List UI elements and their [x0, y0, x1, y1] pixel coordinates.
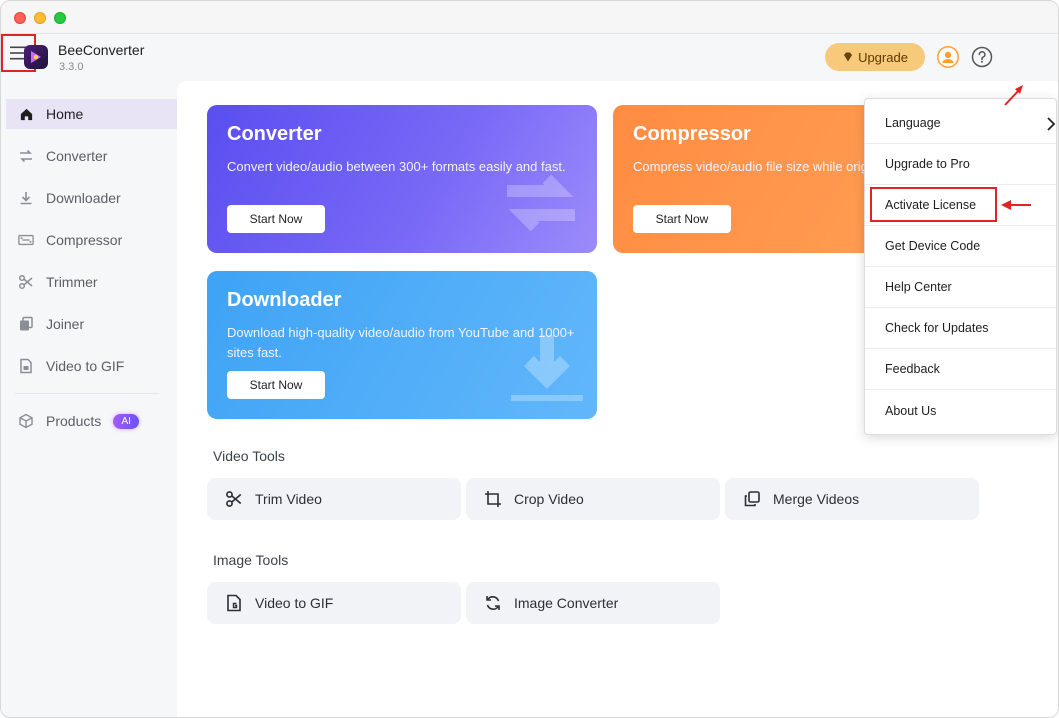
main-menu-dropdown: Language Upgrade to Pro Activate License…	[864, 98, 1057, 435]
sidebar: Home Converter Downloader Compressor Tri…	[1, 81, 177, 717]
menu-item-upgrade-to-pro[interactable]: Upgrade to Pro	[865, 144, 1056, 185]
tool-label: Trim Video	[255, 491, 322, 507]
gif-file-icon	[225, 594, 243, 612]
card-description: Download high-quality video/audio from Y…	[227, 325, 575, 360]
chevron-right-icon	[1047, 117, 1056, 131]
video-tools-title: Video Tools	[213, 448, 285, 464]
sidebar-item-compressor[interactable]: Compressor	[6, 225, 177, 255]
home-icon	[18, 106, 34, 122]
sidebar-item-trimmer[interactable]: Trimmer	[6, 267, 177, 297]
tool-label: Video to GIF	[255, 595, 334, 611]
sidebar-item-label: Converter	[46, 148, 108, 164]
menu-item-label: Upgrade to Pro	[885, 157, 970, 171]
converter-start-button[interactable]: Start Now	[227, 205, 325, 233]
card-title: Compressor	[633, 123, 751, 145]
compressor-start-button[interactable]: Start Now	[633, 205, 731, 233]
cube-icon	[18, 413, 34, 429]
video-to-gif-button[interactable]: Video to GIF	[207, 582, 461, 624]
menu-item-language[interactable]: Language	[865, 103, 1056, 144]
account-button[interactable]	[936, 45, 960, 69]
compress-icon	[18, 232, 34, 248]
diamond-icon	[844, 52, 853, 62]
download-icon	[18, 190, 34, 206]
minimize-window-button[interactable]	[34, 12, 46, 24]
zoom-window-button[interactable]	[54, 12, 66, 24]
question-icon	[971, 46, 993, 68]
app-logo-icon	[24, 45, 48, 69]
merge-videos-button[interactable]: Merge Videos	[725, 478, 979, 520]
merge-icon	[743, 490, 761, 508]
convert-arrows-icon	[18, 148, 34, 164]
refresh-icon	[484, 594, 502, 612]
app-header: BeeConverter 3.3.0 Upgrade	[1, 34, 1058, 81]
activate-license-highlight	[870, 187, 997, 222]
scissors-icon	[18, 274, 34, 290]
menu-item-label: Language	[885, 116, 941, 130]
menu-item-get-device-code[interactable]: Get Device Code	[865, 226, 1056, 267]
sidebar-item-label: Downloader	[46, 190, 121, 206]
upgrade-label: Upgrade	[858, 49, 908, 65]
app-version: 3.3.0	[59, 61, 84, 73]
sidebar-item-video-to-gif[interactable]: Video to GIF	[6, 351, 177, 381]
crop-video-button[interactable]: Crop Video	[466, 478, 720, 520]
menu-item-about-us[interactable]: About Us	[865, 390, 1056, 431]
sidebar-item-label: Products	[46, 413, 102, 429]
sidebar-item-downloader[interactable]: Downloader	[6, 183, 177, 213]
tool-label: Merge Videos	[773, 491, 860, 507]
scissors-icon	[225, 490, 243, 508]
annotation-arrow-icon	[1001, 200, 1031, 210]
close-window-button[interactable]	[14, 12, 26, 24]
menu-item-label: Feedback	[885, 362, 940, 376]
menu-item-check-for-updates[interactable]: Check for Updates	[865, 308, 1056, 349]
sidebar-item-label: Joiner	[46, 316, 85, 332]
menu-item-help-center[interactable]: Help Center	[865, 267, 1056, 308]
sidebar-divider	[15, 393, 159, 394]
upgrade-button[interactable]: Upgrade	[825, 43, 925, 71]
gif-icon	[18, 358, 34, 374]
card-title: Converter	[227, 123, 322, 145]
joiner-icon	[18, 316, 34, 332]
app-name: BeeConverter	[58, 42, 145, 58]
ai-badge: AI	[113, 413, 140, 429]
menu-item-label: Check for Updates	[885, 321, 989, 335]
help-button[interactable]	[970, 45, 994, 69]
user-icon	[937, 46, 959, 68]
sidebar-item-products[interactable]: Products AI	[6, 406, 177, 436]
card-description: Convert video/audio between 300+ formats…	[227, 159, 566, 174]
tool-label: Image Converter	[514, 595, 619, 611]
sidebar-item-label: Home	[46, 106, 84, 122]
sidebar-item-label: Trimmer	[46, 274, 98, 290]
title-bar	[1, 1, 1058, 34]
converter-card[interactable]: Converter Convert video/audio between 30…	[207, 105, 597, 253]
card-title: Downloader	[227, 289, 342, 311]
image-tools-title: Image Tools	[213, 552, 289, 568]
trim-video-button[interactable]: Trim Video	[207, 478, 461, 520]
downloader-card[interactable]: Downloader Download high-quality video/a…	[207, 271, 597, 419]
crop-icon	[484, 490, 502, 508]
menu-item-label: About Us	[885, 403, 937, 418]
menu-item-feedback[interactable]: Feedback	[865, 349, 1056, 390]
image-converter-button[interactable]: Image Converter	[466, 582, 720, 624]
sidebar-item-home[interactable]: Home	[6, 99, 177, 129]
menu-item-label: Get Device Code	[885, 239, 981, 253]
sidebar-item-label: Video to GIF	[46, 358, 125, 374]
sidebar-item-label: Compressor	[46, 232, 123, 248]
tool-label: Crop Video	[514, 491, 584, 507]
menu-item-label: Help Center	[885, 280, 952, 294]
sidebar-item-joiner[interactable]: Joiner	[6, 309, 177, 339]
downloader-start-button[interactable]: Start Now	[227, 371, 325, 399]
app-window: BeeConverter 3.3.0 Upgrade Home Converte…	[0, 0, 1059, 718]
sidebar-item-converter[interactable]: Converter	[6, 141, 177, 171]
annotation-arrow-icon	[1004, 85, 1023, 106]
